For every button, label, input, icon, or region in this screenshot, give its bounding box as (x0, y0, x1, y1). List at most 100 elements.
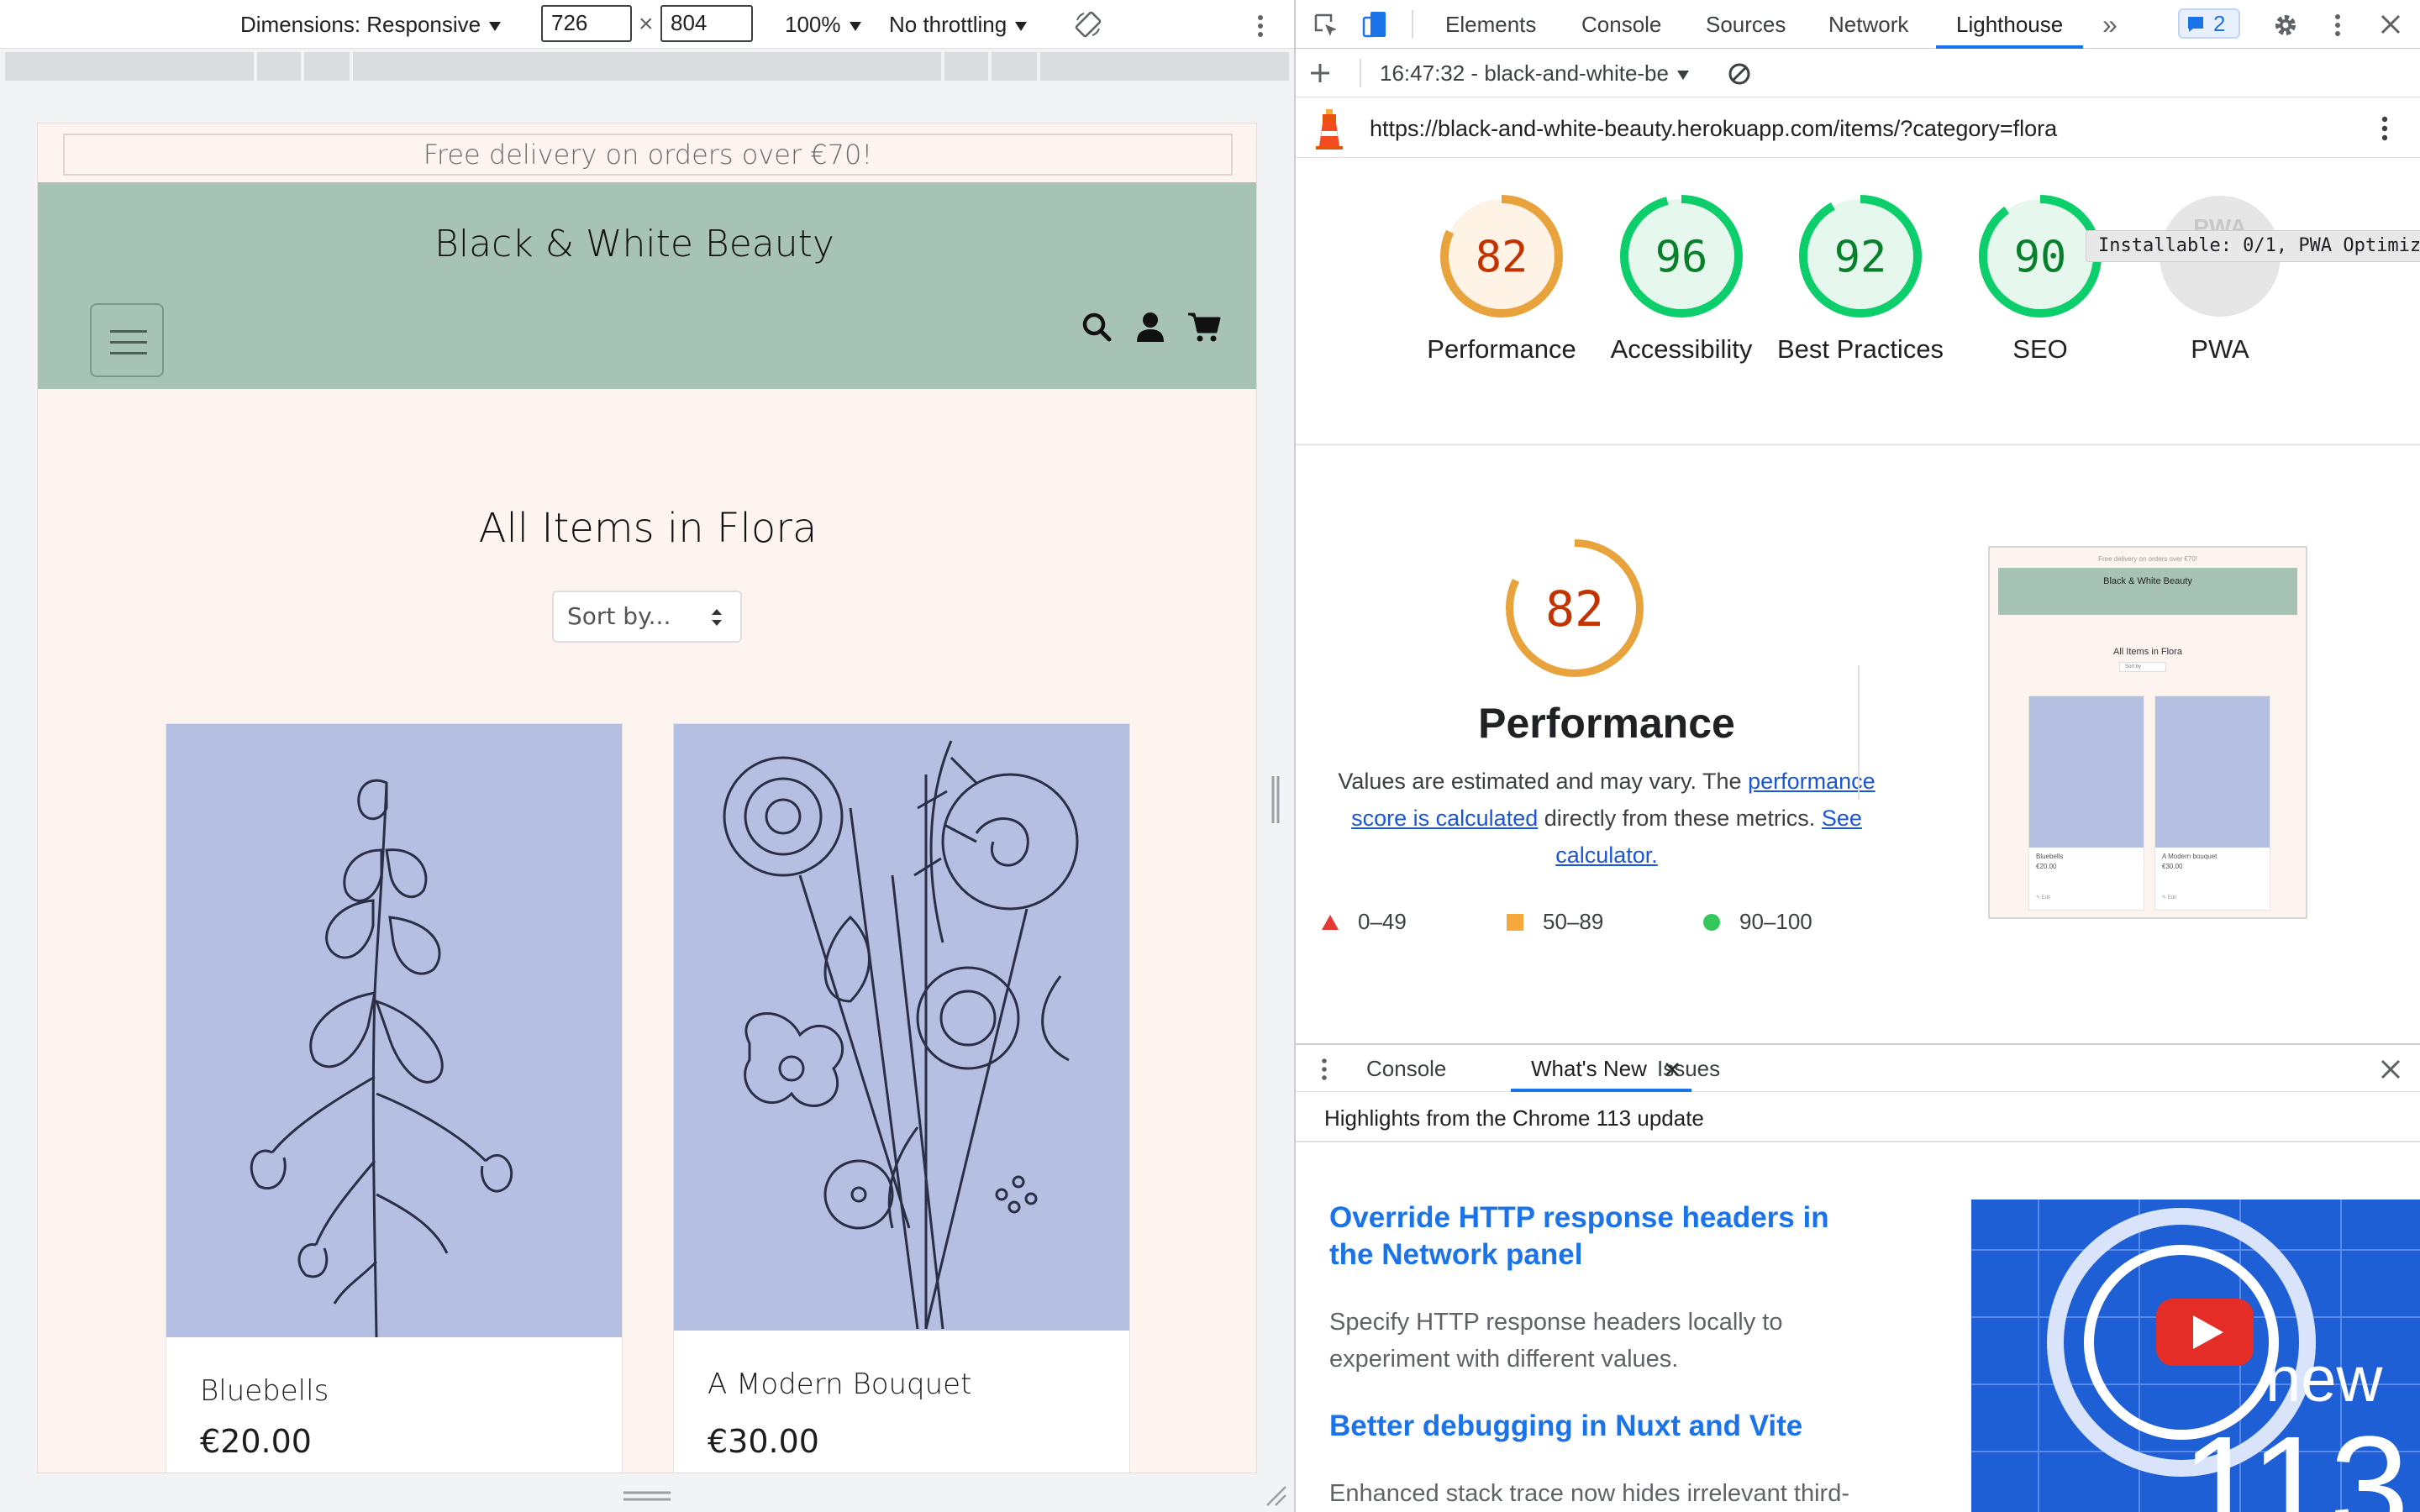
gauge-seo[interactable]: 90 (1977, 193, 2103, 319)
legend-range: 90–100 (1739, 909, 1812, 934)
corner-resize-icon[interactable] (1264, 1483, 1287, 1507)
search-icon[interactable] (1078, 308, 1115, 345)
whats-new-body: Specify HTTP response headers locally to… (1329, 1309, 1783, 1373)
toolbar-divider (1360, 59, 1361, 87)
product-name[interactable]: A Modern Bouquet (708, 1368, 971, 1401)
more-options-icon[interactable] (1252, 12, 1269, 40)
sort-select[interactable]: Sort by... (552, 591, 742, 643)
tab-lighthouse[interactable]: Lighthouse (1936, 0, 2084, 49)
media-query-ruler[interactable] (0, 52, 1294, 81)
gauge-label: Accessibility (1610, 334, 1753, 364)
thumb-card-edit: ✎ Edit (2162, 895, 2177, 900)
drawer-menu-icon[interactable] (1319, 1057, 1329, 1082)
legend-average: 50–89 (1506, 909, 1603, 935)
ruler-segment[interactable] (1040, 52, 1289, 81)
thumb-header: Black & White Beauty (1998, 568, 2297, 615)
performance-description: Values are estimated and may vary. The p… (1338, 763, 1876, 874)
performance-gauge-large: 82 (1504, 538, 1645, 679)
ruler-segment[interactable] (304, 52, 350, 81)
gauge-label: SEO (2012, 334, 2068, 364)
product-name[interactable]: Bluebells (200, 1374, 329, 1408)
dimensions-dropdown[interactable]: Dimensions: Responsive (240, 10, 502, 39)
issues-badge[interactable]: 2 (2178, 8, 2240, 39)
video-new-text: new (2265, 1344, 2384, 1415)
inspect-element-icon[interactable] (1313, 12, 1339, 39)
pwa-tooltip: Installable: 0/1, PWA Optimized: 2/6 (2086, 230, 2420, 262)
settings-gear-icon[interactable] (2272, 12, 2299, 39)
tab-network[interactable]: Network (1828, 0, 1908, 49)
report-url-bar: https://black-and-white-beauty.herokuapp… (1296, 99, 2420, 158)
throttling-dropdown[interactable]: No throttling (889, 10, 1028, 39)
product-image[interactable] (674, 724, 1129, 1331)
square-icon (1507, 914, 1523, 931)
section-divider (1296, 444, 2420, 446)
video-thumbnail-art: new 113 (1971, 1200, 2420, 1512)
customize-menu-icon[interactable] (2329, 12, 2346, 39)
device-emulation-area: Dimensions: Responsive 726 × 804 100% No… (0, 0, 1294, 1512)
ruler-segment[interactable] (944, 52, 988, 81)
gauge-label: Best Practices (1776, 334, 1944, 364)
report-menu-icon[interactable] (2376, 114, 2393, 143)
thumb-card-image (2029, 696, 2144, 848)
dimension-separator: × (639, 10, 654, 38)
whats-new-heading-link[interactable]: Override HTTP response headers in the Ne… (1329, 1200, 1867, 1273)
rotate-icon[interactable] (1074, 10, 1102, 39)
thumb-card-name: Bluebells (2036, 853, 2064, 860)
add-report-icon[interactable] (1309, 62, 1331, 84)
thumb-card-name: A Modern bouquet (2162, 853, 2217, 860)
menu-toggle-button[interactable] (90, 303, 164, 377)
product-card[interactable]: A Modern Bouquet €30.00 (673, 723, 1130, 1473)
product-price: €30.00 (708, 1423, 819, 1460)
score-ring: 92 (1799, 195, 1922, 318)
account-icon[interactable] (1132, 308, 1169, 345)
device-toolbar-icon[interactable] (1361, 10, 1388, 39)
site-header: Black & White Beauty (38, 182, 1256, 389)
site-title[interactable]: Black & White Beauty (38, 223, 1231, 265)
thumb-card-image (2155, 696, 2270, 848)
product-card[interactable]: Bluebells €20.00 (166, 723, 623, 1473)
report-select[interactable]: 16:47:32 - black-and-white-be (1380, 49, 1689, 97)
legend-pass: 90–100 (1702, 909, 1812, 935)
drawer-tab-issues[interactable]: Issues (1657, 1045, 1720, 1092)
tab-sources[interactable]: Sources (1706, 0, 1786, 49)
video-version-text: 113 (2181, 1407, 2409, 1512)
ruler-segment[interactable] (257, 52, 301, 81)
tab-elements[interactable]: Elements (1445, 0, 1536, 49)
close-icon[interactable] (2380, 13, 2402, 35)
triangle-icon (1322, 915, 1339, 930)
whats-new-video-thumbnail[interactable]: new 113 (1971, 1200, 2420, 1512)
description-text: directly from these metrics. (1538, 806, 1822, 831)
zoom-dropdown[interactable]: 100% (785, 10, 861, 39)
ruler-segment[interactable] (5, 52, 254, 81)
product-image[interactable] (166, 724, 622, 1337)
whats-new-heading-link[interactable]: Better debugging in Nuxt and Vite (1329, 1408, 1934, 1445)
score-value: 82 (1545, 580, 1604, 638)
description-text: Values are estimated and may vary. The (1338, 769, 1749, 794)
gauge-accessibility[interactable]: 96 (1618, 193, 1744, 319)
ruler-segment[interactable] (992, 52, 1037, 81)
gauge-performance[interactable]: 82 (1439, 193, 1565, 319)
report-url[interactable]: https://black-and-white-beauty.herokuapp… (1370, 99, 2057, 158)
resize-handle-bottom[interactable] (623, 1490, 671, 1502)
delivery-banner: Free delivery on orders over €70! (63, 134, 1233, 176)
score-value: 92 (1834, 233, 1887, 283)
close-drawer-icon[interactable] (2380, 1058, 2402, 1080)
cart-icon[interactable] (1186, 308, 1223, 345)
height-input[interactable]: 804 (660, 5, 753, 42)
drawer-tab-console[interactable]: Console (1366, 1045, 1446, 1092)
thumb-card: A Modern bouquet €30.00 ✎ Edit (2154, 696, 2270, 911)
more-tabs-icon[interactable]: » (2102, 0, 2118, 49)
performance-title: Performance (1478, 700, 1735, 747)
resize-handle-right[interactable] (1270, 776, 1281, 823)
gauge-label: PWA (2191, 334, 2249, 364)
final-screenshot-thumbnail[interactable]: Free delivery on orders over €70! Black … (1988, 546, 2307, 919)
width-input[interactable]: 726 (541, 5, 632, 42)
bouquet-drawing (723, 740, 1079, 1330)
ruler-segment[interactable] (353, 52, 941, 81)
gauge-best-practices[interactable]: 92 (1797, 193, 1923, 319)
thumb-card-edit: ✎ Edit (2036, 895, 2051, 900)
score-value: 82 (1476, 233, 1528, 283)
score-ring: 82 (1506, 539, 1644, 677)
clear-all-icon[interactable] (1728, 62, 1751, 86)
tab-console[interactable]: Console (1581, 0, 1661, 49)
